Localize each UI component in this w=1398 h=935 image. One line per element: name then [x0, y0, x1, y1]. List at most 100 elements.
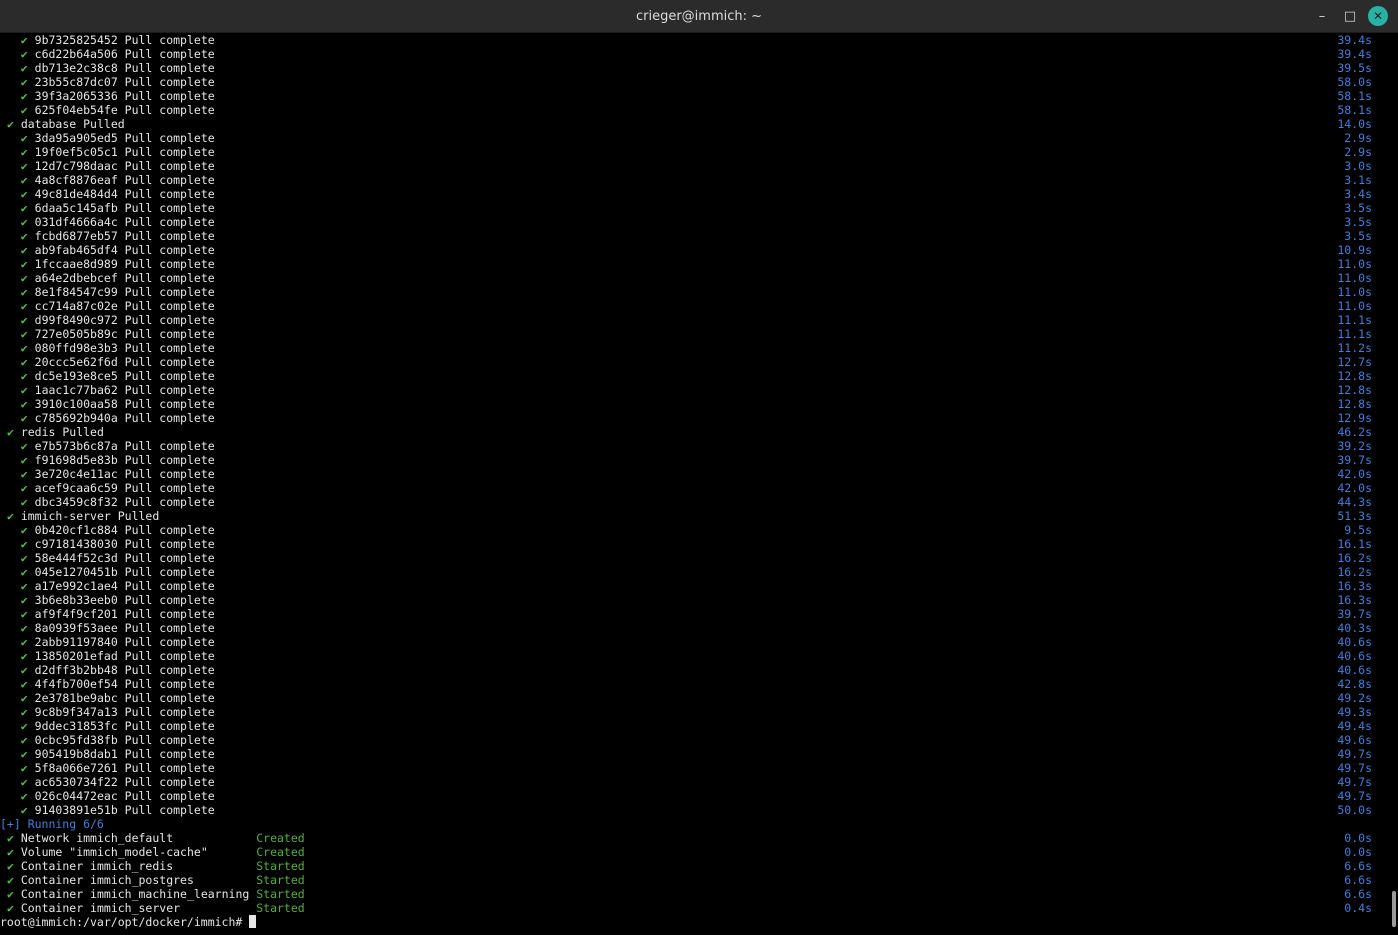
check-icon: ✔	[20, 313, 28, 327]
check-icon: ✔	[20, 579, 28, 593]
layer-status: 39f3a2065336 Pull complete	[34, 89, 215, 103]
status-label: Created	[256, 831, 305, 845]
check-icon: ✔	[20, 299, 28, 313]
scrollbar-thumb[interactable]	[1392, 891, 1396, 927]
shell-prompt[interactable]: root@immich:/var/opt/docker/immich#	[0, 915, 1386, 929]
scrollbar[interactable]	[1386, 33, 1398, 935]
status-label: Started	[256, 901, 305, 915]
layer-status: ac6530734f22 Pull complete	[34, 775, 215, 789]
check-icon: ✔	[20, 201, 28, 215]
check-icon: ✔	[20, 565, 28, 579]
layer-status: cc714a87c02e Pull complete	[34, 299, 215, 313]
elapsed-time: 11.0s	[1337, 257, 1372, 271]
check-icon: ✔	[20, 173, 28, 187]
terminal-line: ✔ 026c04472eac Pull complete 49.7s	[0, 789, 1386, 803]
terminal-line: ✔ 1fccaae8d989 Pull complete 11.0s	[0, 257, 1386, 271]
check-icon: ✔	[20, 145, 28, 159]
elapsed-time: 11.2s	[1337, 341, 1372, 355]
check-icon: ✔	[20, 789, 28, 803]
terminal-line: ✔ dc5e193e8ce5 Pull complete 12.8s	[0, 369, 1386, 383]
terminal-line: ✔ 8a0939f53aee Pull complete 40.3s	[0, 621, 1386, 635]
terminal-line: ✔ 5f8a066e7261 Pull complete 49.7s	[0, 761, 1386, 775]
resource-name: Container immich_server	[20, 901, 257, 915]
terminal-line: ✔ Network immich_default Created 0.0s	[0, 831, 1386, 845]
elapsed-time: 3.4s	[1344, 187, 1372, 201]
check-icon: ✔	[20, 593, 28, 607]
check-icon: ✔	[20, 733, 28, 747]
check-icon: ✔	[6, 509, 14, 523]
check-icon: ✔	[20, 635, 28, 649]
elapsed-time: 40.6s	[1337, 663, 1372, 677]
check-icon: ✔	[20, 453, 28, 467]
check-icon: ✔	[20, 523, 28, 537]
elapsed-time: 42.8s	[1337, 677, 1372, 691]
terminal-line: ✔ redis Pulled 46.2s	[0, 425, 1386, 439]
layer-status: 9c8b9f347a13 Pull complete	[34, 705, 215, 719]
terminal-line: [+] Running 6/6	[0, 817, 1386, 831]
terminal-line: ✔ 13850201efad Pull complete 40.6s	[0, 649, 1386, 663]
elapsed-time: 40.6s	[1337, 635, 1372, 649]
check-icon: ✔	[20, 355, 28, 369]
check-icon: ✔	[20, 271, 28, 285]
elapsed-time: 58.1s	[1337, 103, 1372, 117]
layer-status: 0cbc95fd38fb Pull complete	[34, 733, 215, 747]
check-icon: ✔	[20, 719, 28, 733]
elapsed-time: 49.7s	[1337, 775, 1372, 789]
window-controls: – □ ✕	[1312, 0, 1388, 32]
layer-status: 12d7c798daac Pull complete	[34, 159, 215, 173]
elapsed-time: 0.0s	[1344, 845, 1372, 859]
elapsed-time: 2.9s	[1344, 145, 1372, 159]
layer-status: 905419b8dab1 Pull complete	[34, 747, 215, 761]
layer-status: 045e1270451b Pull complete	[34, 565, 215, 579]
terminal-line: ✔ 4f4fb700ef54 Pull complete 42.8s	[0, 677, 1386, 691]
terminal-line: ✔ 58e444f52c3d Pull complete 16.2s	[0, 551, 1386, 565]
terminal-line: ✔ 080ffd98e3b3 Pull complete 11.2s	[0, 341, 1386, 355]
terminal-line: ✔ 625f04eb54fe Pull complete 58.1s	[0, 103, 1386, 117]
layer-status: d2dff3b2bb48 Pull complete	[34, 663, 215, 677]
check-icon: ✔	[20, 229, 28, 243]
terminal-line: ✔ f91698d5e83b Pull complete 39.7s	[0, 453, 1386, 467]
terminal-window: crieger@immich: ~ – □ ✕ ✔ 9b7325825452 P…	[0, 0, 1398, 935]
elapsed-time: 40.6s	[1337, 649, 1372, 663]
minimize-button[interactable]: –	[1312, 6, 1332, 26]
check-icon: ✔	[20, 369, 28, 383]
layer-status: 19f0ef5c05c1 Pull complete	[34, 145, 215, 159]
elapsed-time: 49.2s	[1337, 691, 1372, 705]
elapsed-time: 11.1s	[1337, 327, 1372, 341]
elapsed-time: 50.0s	[1337, 803, 1372, 817]
terminal-line: ✔ Container immich_redis Started 6.6s	[0, 859, 1386, 873]
terminal-line: ✔ 91403891e51b Pull complete 50.0s	[0, 803, 1386, 817]
elapsed-time: 12.9s	[1337, 411, 1372, 425]
elapsed-time: 10.9s	[1337, 243, 1372, 257]
check-icon: ✔	[6, 873, 14, 887]
elapsed-time: 3.5s	[1344, 229, 1372, 243]
terminal-line: ✔ 2e3781be9abc Pull complete 49.2s	[0, 691, 1386, 705]
elapsed-time: 16.2s	[1337, 551, 1372, 565]
layer-status: 3da95a905ed5 Pull complete	[34, 131, 215, 145]
terminal-line: ✔ d99f8490c972 Pull complete 11.1s	[0, 313, 1386, 327]
layer-status: 031df4666a4c Pull complete	[34, 215, 215, 229]
check-icon: ✔	[20, 103, 28, 117]
text-cursor	[249, 915, 257, 928]
check-icon: ✔	[20, 705, 28, 719]
terminal-line: ✔ dbc3459c8f32 Pull complete 44.3s	[0, 495, 1386, 509]
check-icon: ✔	[20, 649, 28, 663]
title-bar[interactable]: crieger@immich: ~ – □ ✕	[0, 0, 1398, 33]
resource-name: Container immich_postgres	[20, 873, 257, 887]
check-icon: ✔	[20, 747, 28, 761]
maximize-button[interactable]: □	[1340, 6, 1360, 26]
close-button[interactable]: ✕	[1368, 6, 1388, 26]
resource-name: Network immich_default	[20, 831, 257, 845]
terminal-line: ✔ 4a8cf8876eaf Pull complete 3.1s	[0, 173, 1386, 187]
elapsed-time: 3.5s	[1344, 215, 1372, 229]
terminal-line: ✔ ac6530734f22 Pull complete 49.7s	[0, 775, 1386, 789]
terminal-line: ✔ Container immich_server Started 0.4s	[0, 901, 1386, 915]
check-icon: ✔	[6, 831, 14, 845]
terminal-line: ✔ 2abb91197840 Pull complete 40.6s	[0, 635, 1386, 649]
terminal-output[interactable]: ✔ 9b7325825452 Pull complete 39.4s ✔ c6d2…	[0, 33, 1386, 935]
layer-status: 49c81de484d4 Pull complete	[34, 187, 215, 201]
check-icon: ✔	[20, 327, 28, 341]
check-icon: ✔	[20, 75, 28, 89]
resource-name: Container immich_machine_learning	[20, 887, 257, 901]
elapsed-time: 49.3s	[1337, 705, 1372, 719]
